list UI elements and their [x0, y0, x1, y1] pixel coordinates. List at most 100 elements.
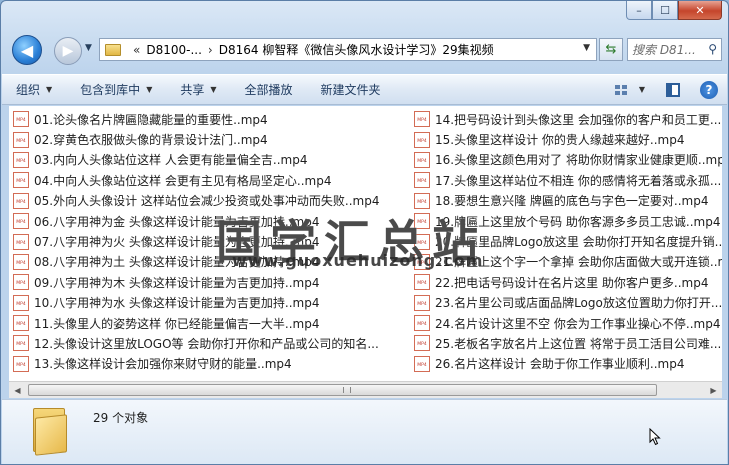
file-name: 23.名片里公司或店面品牌Logo放这位置助力你打开...: [435, 296, 722, 311]
file-name: 17.头像里这样站位不相连 你的感情将无着落或永孤...: [435, 173, 722, 188]
mp4-file-icon: [13, 131, 29, 148]
file-item[interactable]: 04.中向人头像站位这样 会更有主见有格局坚定心..mp4: [13, 170, 413, 190]
file-name: 11.头像里人的姿势这样 你已经能量偏吉一大半..mp4: [34, 316, 320, 331]
explorer-window: – ☐ ✕ ◀ ▶ ▼ « D8100-... › D8164 柳智释《微信头像…: [0, 0, 729, 465]
chevron-down-icon: ▼: [210, 85, 217, 94]
include-in-library-menu[interactable]: 包含到库中 ▼: [66, 75, 166, 104]
search-input[interactable]: 搜索 D81... ⚲: [627, 38, 722, 61]
scroll-right-icon[interactable]: ▶: [705, 382, 722, 398]
file-item[interactable]: 17.头像里这样站位不相连 你的感情将无着落或永孤...: [414, 170, 722, 190]
file-item[interactable]: 26.名片这样设计 会助于你工作事业顺利..mp4: [414, 354, 722, 374]
file-item[interactable]: 11.头像里人的姿势这样 你已经能量偏吉一大半..mp4: [13, 313, 413, 333]
file-item[interactable]: 03.内向人头像站位这样 人会更有能量偏全吉..mp4: [13, 150, 413, 170]
address-bar[interactable]: « D8100-... › D8164 柳智释《微信头像风水设计学习》29集视频…: [99, 38, 597, 61]
file-item[interactable]: 01.论头像名片牌匾隐藏能量的重要性..mp4: [13, 109, 413, 129]
search-icon[interactable]: ⚲: [708, 42, 717, 56]
file-item[interactable]: 22.把电话号码设计在名片这里 助你客户更多..mp4: [414, 272, 722, 292]
file-item[interactable]: 08.八字用神为土 头像这样设计能量为吉更加持..mp4: [13, 252, 413, 272]
file-item[interactable]: 14.把号码设计到头像这里 会加强你的客户和员工更...: [414, 109, 722, 129]
maximize-button[interactable]: ☐: [652, 1, 678, 20]
breadcrumb-parent[interactable]: D8100-...: [146, 43, 202, 57]
file-name: 14.把号码设计到头像这里 会加强你的客户和员工更...: [435, 112, 722, 127]
help-button[interactable]: ?: [697, 79, 721, 101]
file-item[interactable]: 18.要想生意兴隆 牌匾的底色与字色一定要对..mp4: [414, 191, 722, 211]
organize-menu[interactable]: 组织 ▼: [2, 75, 66, 104]
mp4-file-icon: [414, 315, 430, 332]
breadcrumb-current[interactable]: D8164 柳智释《微信头像风水设计学习》29集视频: [219, 41, 494, 58]
command-bar: 组织 ▼ 包含到库中 ▼ 共享 ▼ 全部播放 新建文件夹 ▼ ?: [2, 74, 727, 105]
file-name: 13.头像这样设计会加强你来财守财的能量..mp4: [34, 357, 292, 372]
mp4-file-icon: [13, 213, 29, 230]
forward-button[interactable]: ▶: [54, 37, 82, 65]
mp4-file-icon: [414, 294, 430, 311]
item-count: 29 个对象: [93, 411, 149, 425]
file-name: 24.名片设计这里不空 你会为工作事业操心不停..mp4: [435, 316, 721, 331]
file-item[interactable]: 09.八字用神为木 头像这样设计能量为吉更加持..mp4: [13, 272, 413, 292]
mp4-file-icon: [414, 335, 430, 352]
play-all-button[interactable]: 全部播放: [231, 75, 307, 104]
file-item[interactable]: 02.穿黄色衣服做头像的背景设计法门..mp4: [13, 129, 413, 149]
mp4-file-icon: [414, 274, 430, 291]
mp4-file-icon: [414, 213, 430, 230]
file-item[interactable]: 15.头像里这样设计 你的贵人缘越来越好..mp4: [414, 129, 722, 149]
share-label: 共享: [180, 83, 205, 97]
file-item[interactable]: 16.头像里这颜色用对了 将助你财情家业健康更顺..mp4: [414, 150, 722, 170]
caption-buttons: – ☐ ✕: [626, 1, 722, 20]
file-item[interactable]: 13.头像这样设计会加强你来财守财的能量..mp4: [13, 354, 413, 374]
file-name: 05.外向人头像设计 这样站位会减少投资或处事冲动而失败..mp4: [34, 194, 380, 209]
file-item[interactable]: 21.牌匾上这个字一个拿掉 会助你店面做大或开连锁..mp4: [414, 252, 722, 272]
change-view-button[interactable]: [609, 79, 633, 101]
preview-pane-button[interactable]: [661, 79, 685, 101]
refresh-button[interactable]: ⇆: [599, 38, 623, 61]
mp4-file-icon: [13, 294, 29, 311]
file-name: 22.把电话号码设计在名片这里 助你客户更多..mp4: [435, 275, 709, 290]
new-folder-button[interactable]: 新建文件夹: [307, 75, 395, 104]
new-folder-label: 新建文件夹: [320, 83, 381, 97]
mp4-file-icon: [414, 233, 430, 250]
file-item[interactable]: 25.老板名字放名片上这位置 将常于员工活目公司难...: [414, 333, 722, 353]
file-item[interactable]: 07.八字用神为火 头像这样设计能量为吉更加持..mp4: [13, 231, 413, 251]
file-name: 25.老板名字放名片上这位置 将常于员工活目公司难...: [435, 336, 722, 351]
view-options-dropdown-icon[interactable]: ▼: [639, 85, 645, 94]
refresh-icon: ⇆: [605, 42, 617, 57]
breadcrumb-separator-icon[interactable]: ›: [208, 43, 213, 57]
file-name: 16.头像里这颜色用对了 将助你财情家业健康更顺..mp4: [435, 153, 722, 168]
breadcrumb-overflow-icon[interactable]: «: [133, 43, 140, 57]
recent-pages-dropdown-icon[interactable]: ▼: [85, 43, 92, 53]
scroll-left-icon[interactable]: ◀: [9, 382, 26, 398]
file-name: 01.论头像名片牌匾隐藏能量的重要性..mp4: [34, 112, 268, 127]
file-name: 03.内向人头像站位这样 人会更有能量偏全吉..mp4: [34, 153, 308, 168]
back-button[interactable]: ◀: [12, 35, 42, 65]
share-menu[interactable]: 共享 ▼: [166, 75, 230, 104]
mp4-file-icon: [414, 131, 430, 148]
file-name: 02.穿黄色衣服做头像的背景设计法门..mp4: [34, 133, 268, 148]
file-item[interactable]: 12.头像设计这里放LOGO等 会助你打开你和产品或公司的知名...: [13, 333, 413, 353]
mp4-file-icon: [13, 151, 29, 168]
file-item[interactable]: 10.八字用神为水 头像这样设计能量为吉更加持..mp4: [13, 293, 413, 313]
mp4-file-icon: [414, 172, 430, 189]
file-name: 10.八字用神为水 头像这样设计能量为吉更加持..mp4: [34, 296, 320, 311]
file-item[interactable]: 05.外向人头像设计 这样站位会减少投资或处事冲动而失败..mp4: [13, 191, 413, 211]
file-item[interactable]: 24.名片设计这里不空 你会为工作事业操心不停..mp4: [414, 313, 722, 333]
navigation-bar: ◀ ▶ ▼ « D8100-... › D8164 柳智释《微信头像风水设计学习…: [9, 35, 722, 67]
address-dropdown-icon[interactable]: ▼: [583, 43, 590, 53]
file-item[interactable]: 23.名片里公司或店面品牌Logo放这位置助力你打开...: [414, 293, 722, 313]
horizontal-scrollbar[interactable]: ◀ ▶: [9, 381, 722, 398]
file-item[interactable]: 20.牌匾里品牌Logo放这里 会助你打开知名度提升销...: [414, 231, 722, 251]
file-item[interactable]: 06.八字用神为金 头像这样设计能量为吉更加持..mp4: [13, 211, 413, 231]
organize-label: 组织: [16, 83, 41, 97]
mp4-file-icon: [13, 274, 29, 291]
file-list[interactable]: 01.论头像名片牌匾隐藏能量的重要性..mp4 02.穿黄色衣服做头像的背景设计…: [9, 106, 722, 381]
help-icon: ?: [700, 80, 718, 99]
chevron-down-icon: ▼: [146, 85, 153, 94]
file-item[interactable]: 19.牌匾上这里放个号码 助你客源多多员工忠诚..mp4: [414, 211, 722, 231]
mp4-file-icon: [414, 151, 430, 168]
mp4-file-icon: [414, 355, 430, 372]
minimize-button[interactable]: –: [626, 1, 652, 20]
scrollbar-thumb[interactable]: [28, 384, 657, 396]
file-name: 12.头像设计这里放LOGO等 会助你打开你和产品或公司的知名...: [34, 336, 379, 351]
file-name: 19.牌匾上这里放个号码 助你客源多多员工忠诚..mp4: [435, 214, 721, 229]
file-name: 18.要想生意兴隆 牌匾的底色与字色一定要对..mp4: [435, 194, 709, 209]
mp4-file-icon: [13, 192, 29, 209]
close-button[interactable]: ✕: [678, 1, 722, 20]
